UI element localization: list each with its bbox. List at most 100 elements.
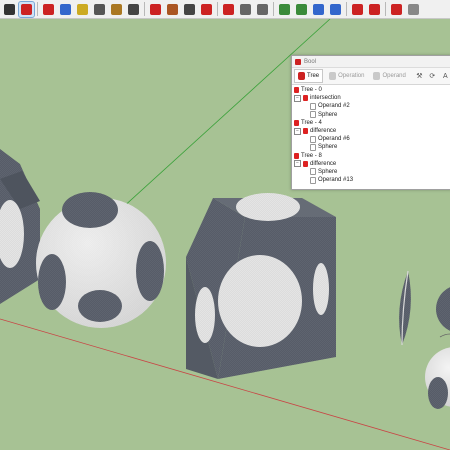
bool-node-icon [294, 152, 299, 159]
tree-node[interactable]: Sphere [294, 111, 450, 119]
tree-node[interactable]: − difference [294, 127, 450, 135]
export-rbz-button[interactable] [367, 2, 382, 17]
bool-panel: Bool Tree Operation Operand ⚒ ⟳ A Tree - 0− in… [291, 55, 450, 190]
tree-node[interactable]: − difference [294, 160, 450, 168]
text-button[interactable] [126, 2, 141, 17]
move-icon [21, 3, 32, 15]
tree-node-label: Tree - 8 [301, 152, 322, 159]
tree-node[interactable]: − intersection [294, 94, 450, 102]
components-button[interactable] [311, 2, 326, 17]
materials-button[interactable] [328, 2, 343, 17]
tree-node[interactable]: Tree - 8 [294, 152, 450, 160]
zoom-extents-button[interactable] [199, 2, 214, 17]
tab-label: Operand [382, 73, 406, 79]
cube-with-sphere-cutout[interactable] [186, 193, 336, 379]
shaded-style-button[interactable] [221, 2, 236, 17]
collapse-toggle-icon[interactable]: − [294, 94, 301, 102]
xray-style-icon [257, 3, 268, 15]
bool-panel-titlebar[interactable]: Bool [292, 56, 450, 68]
pan-button[interactable] [165, 2, 180, 17]
export-rbz-icon [369, 3, 380, 15]
tree-node[interactable]: Sphere [294, 143, 450, 151]
layers-icon [296, 3, 307, 15]
bool-panel-tabs: Tree Operation Operand ⚒ ⟳ A [292, 68, 450, 85]
toolbar-separator [346, 2, 347, 16]
texture-style-icon [240, 3, 251, 15]
scale-icon [60, 3, 71, 15]
select-arrow-icon [4, 3, 15, 15]
layers-button[interactable] [294, 2, 309, 17]
tree-tab-icon [298, 72, 305, 80]
orbit-button[interactable] [148, 2, 163, 17]
scenes-button[interactable] [277, 2, 292, 17]
move-button[interactable] [18, 0, 35, 18]
tree-node-label: Sphere [318, 111, 338, 118]
tree-node-label: Operand #13 [318, 177, 354, 184]
protractor-icon [111, 3, 122, 15]
operand-icon [310, 102, 316, 110]
toolbar-separator [144, 2, 145, 16]
rotate-button[interactable] [41, 2, 56, 17]
scenes-icon [279, 3, 290, 15]
tree-node[interactable]: Operand #6 [294, 135, 450, 143]
operand-icon [310, 168, 316, 176]
operand-icon [310, 143, 316, 151]
tab-label: Tree [307, 73, 320, 79]
tree-node-label: Sphere [318, 144, 338, 151]
tree-node-label: Sphere [318, 168, 338, 175]
tree-node[interactable]: Operand #2 [294, 102, 450, 110]
protractor-button[interactable] [109, 2, 124, 17]
tree-node-label: intersection [310, 95, 341, 102]
refresh-icon[interactable]: ⟳ [427, 71, 438, 82]
toolbar-separator [37, 2, 38, 16]
text-style-icon[interactable]: A [440, 71, 450, 82]
tree-node-label: Tree - 4 [301, 119, 322, 126]
zoom-button[interactable] [182, 2, 197, 17]
orbit-icon [150, 3, 161, 15]
materials-icon [330, 3, 341, 15]
zoom-extents-icon [201, 3, 212, 15]
components-icon [313, 3, 324, 15]
export-rb-icon [352, 3, 363, 15]
partial-cube-left[interactable] [0, 149, 40, 304]
dimension-icon [94, 3, 105, 15]
xray-style-button[interactable] [255, 2, 270, 17]
solid-icon [408, 3, 419, 15]
sphere-with-holes[interactable] [36, 192, 166, 328]
wrench-icon[interactable]: ⚒ [414, 71, 425, 82]
partial-sphere-right[interactable] [425, 285, 450, 409]
operand-icon [310, 135, 316, 143]
operand-icon [310, 111, 316, 119]
collapse-toggle-icon[interactable]: − [294, 160, 301, 168]
tree-node[interactable]: Tree - 4 [294, 119, 450, 127]
tree-node[interactable]: Operand #13 [294, 176, 450, 184]
tab-tree[interactable]: Tree [294, 69, 324, 83]
bool-logo-icon [295, 58, 301, 65]
scale-button[interactable] [58, 2, 73, 17]
tree-node[interactable]: Tree - 0 [294, 86, 450, 94]
toolbar-separator [273, 2, 274, 16]
export-rb-button[interactable] [350, 2, 365, 17]
bool-panel-title: Bool [304, 58, 317, 65]
solid-button[interactable] [406, 2, 421, 17]
rotate-icon [43, 3, 54, 15]
bool-tree: Tree - 0− intersection Operand #2 Sphere Tre… [292, 85, 450, 184]
tree-node-label: Tree - 0 [301, 87, 322, 94]
pan-icon [167, 3, 178, 15]
lens-intersection[interactable] [399, 270, 411, 346]
shaded-style-icon [223, 3, 234, 15]
bool-node-icon [294, 119, 299, 126]
texture-style-button[interactable] [238, 2, 253, 17]
bool-node-icon [303, 160, 308, 167]
tape-measure-button[interactable] [75, 2, 90, 17]
tree-node-label: difference [310, 128, 337, 135]
collapse-toggle-icon[interactable]: − [294, 127, 301, 135]
select-arrow-button[interactable] [2, 2, 17, 17]
dimension-button[interactable] [92, 2, 107, 17]
tree-node[interactable]: Sphere [294, 168, 450, 176]
tab-operation[interactable]: Operation [326, 70, 367, 82]
boolean-button[interactable] [389, 2, 404, 17]
tab-operand[interactable]: Operand [370, 70, 408, 82]
main-toolbar [0, 0, 450, 19]
tree-node-label: difference [310, 160, 337, 167]
